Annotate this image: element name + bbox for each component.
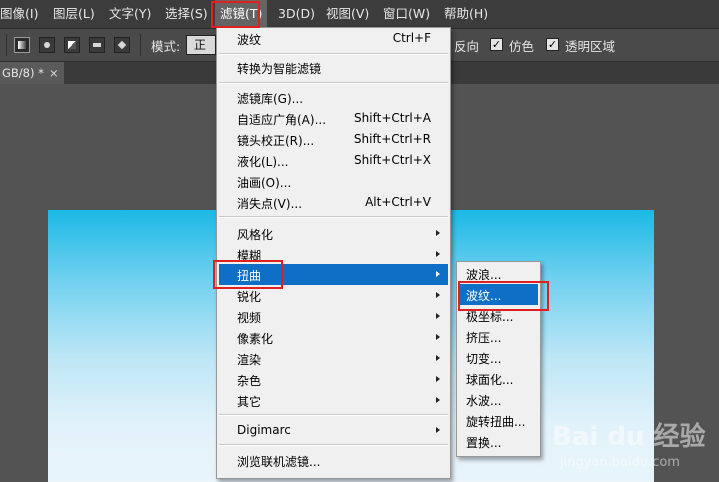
menu-window[interactable]: 窗口(W) (383, 0, 430, 28)
submenu-item-displace[interactable]: 置换... (459, 431, 538, 452)
submenu-item-zigzag[interactable]: 水波... (459, 389, 538, 410)
reverse-label[interactable]: 反向 (454, 36, 479, 55)
menu-item-vanishing-point[interactable]: 消失点(V)... Alt+Ctrl+V (219, 192, 448, 213)
menu-select[interactable]: 选择(S) (165, 0, 208, 28)
submenu-item-spherize[interactable]: 球面化... (459, 368, 538, 389)
menu-item-adaptive-wide-angle[interactable]: 自适应广角(A)... Shift+Ctrl+A (219, 108, 448, 129)
menu-layer[interactable]: 图层(L) (53, 0, 95, 28)
annotation-box-filter-menu (211, 1, 260, 28)
watermark-brand: Bai du 经验 (552, 422, 706, 452)
menu-item-video[interactable]: 视频 (219, 306, 448, 327)
submenu-arrow-icon (436, 292, 440, 298)
menu-help[interactable]: 帮助(H) (444, 0, 488, 28)
submenu-arrow-icon (436, 355, 440, 361)
submenu-arrow-icon (436, 251, 440, 257)
menu-item-last-filter[interactable]: 波纹 Ctrl+F (219, 28, 448, 49)
menu-item-other[interactable]: 其它 (219, 390, 448, 411)
menu-image[interactable]: 图像(I) (0, 0, 38, 28)
submenu-arrow-icon (436, 230, 440, 236)
annotation-box-distort (213, 260, 283, 289)
dither-label[interactable]: 仿色 (509, 36, 534, 55)
transparency-checkbox[interactable]: ✓ (546, 38, 559, 51)
radial-gradient-button[interactable] (39, 37, 55, 53)
submenu-arrow-icon (436, 376, 440, 382)
submenu-item-pinch[interactable]: 挤压... (459, 326, 538, 347)
menu-item-filter-gallery[interactable]: 滤镜库(G)... (219, 87, 448, 108)
transparency-label[interactable]: 透明区域 (565, 36, 615, 55)
submenu-arrow-icon (436, 334, 440, 340)
options-separator (6, 34, 7, 56)
document-tab-title: GB/8) * (2, 66, 44, 80)
menu-item-oil-paint[interactable]: 油画(O)... (219, 171, 448, 192)
close-icon[interactable]: × (49, 62, 59, 84)
angle-gradient-button[interactable] (64, 37, 80, 53)
linear-gradient-button[interactable] (14, 37, 30, 53)
menu-type[interactable]: 文字(Y) (109, 0, 151, 28)
menu-item-liquify[interactable]: 液化(L)... Shift+Ctrl+X (219, 150, 448, 171)
submenu-arrow-icon (436, 397, 440, 403)
menu-3d[interactable]: 3D(D) (278, 0, 315, 28)
document-tab[interactable]: GB/8) * × (0, 62, 64, 84)
annotation-box-ripple (458, 281, 549, 311)
menu-separator (219, 216, 448, 218)
mode-label: 模式: (151, 39, 181, 54)
menu-view[interactable]: 视图(V) (326, 0, 369, 28)
menu-item-lens-correction[interactable]: 镜头校正(R)... Shift+Ctrl+R (219, 129, 448, 150)
submenu-arrow-icon (436, 271, 440, 277)
baidu-watermark: Bai du 经验 jingyan.baidu.com (548, 412, 718, 482)
options-separator (140, 34, 141, 56)
menu-separator (219, 414, 448, 416)
dither-checkbox[interactable]: ✓ (490, 38, 503, 51)
submenu-arrow-icon (436, 313, 440, 319)
menu-item-convert-smart-filter[interactable]: 转换为智能滤镜 (219, 57, 448, 78)
menu-item-browse-online-filters[interactable]: 浏览联机滤镜... (219, 450, 448, 471)
menu-bar: 图像(I) 图层(L) 文字(Y) 选择(S) 滤镜(T) 3D(D) 视图(V… (0, 0, 719, 29)
menu-separator (219, 82, 448, 84)
mode-select[interactable]: 正常 (186, 35, 216, 55)
menu-item-noise[interactable]: 杂色 (219, 369, 448, 390)
filter-menu: 波纹 Ctrl+F 转换为智能滤镜 滤镜库(G)... 自适应广角(A)... … (216, 27, 451, 479)
menu-item-stylize[interactable]: 风格化 (219, 223, 448, 244)
watermark-url: jingyan.baidu.com (560, 455, 680, 470)
submenu-item-shear[interactable]: 切变... (459, 347, 538, 368)
menu-item-pixelate[interactable]: 像素化 (219, 327, 448, 348)
menu-separator (219, 53, 448, 55)
menu-separator (219, 444, 448, 446)
menu-item-render[interactable]: 渲染 (219, 348, 448, 369)
submenu-item-twirl[interactable]: 旋转扭曲... (459, 410, 538, 431)
menu-item-digimarc[interactable]: Digimarc (219, 420, 448, 441)
submenu-arrow-icon (436, 427, 440, 433)
diamond-gradient-button[interactable] (114, 37, 130, 53)
reflected-gradient-button[interactable] (89, 37, 105, 53)
